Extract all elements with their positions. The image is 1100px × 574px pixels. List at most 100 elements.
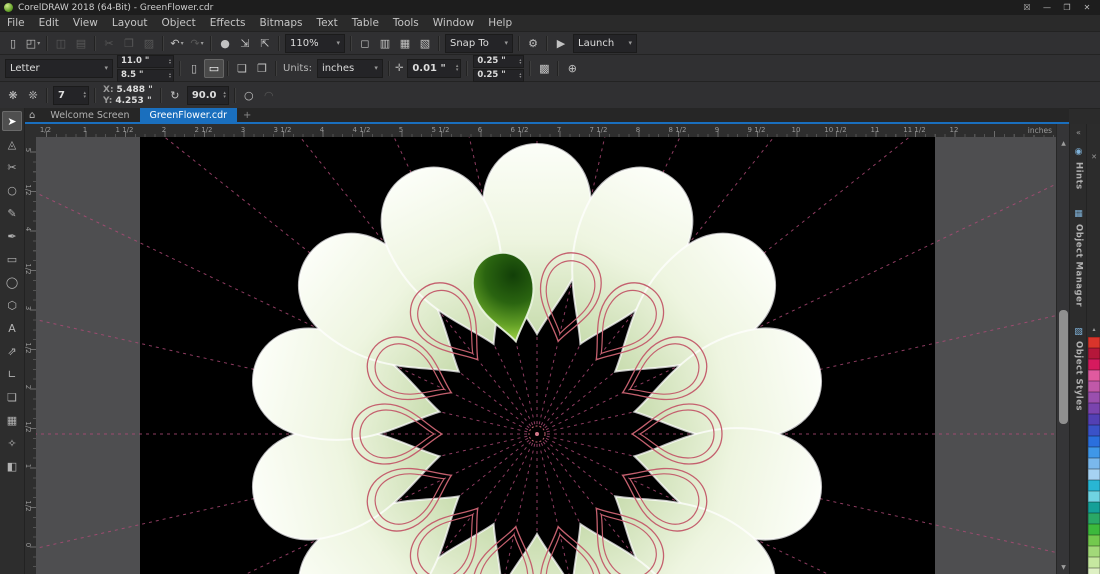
artistic-media-tool[interactable]: ✒ <box>2 226 22 246</box>
drop-shadow-tool[interactable]: ❏ <box>2 387 22 407</box>
color-swatch[interactable] <box>1088 502 1100 513</box>
menu-file[interactable]: File <box>0 16 32 30</box>
color-swatch[interactable] <box>1088 447 1100 458</box>
add-guides-button[interactable]: ⊕ <box>562 59 582 78</box>
menu-table[interactable]: Table <box>345 16 386 30</box>
import-button[interactable]: ⇲ <box>235 34 255 53</box>
pick-tool[interactable]: ➤ <box>2 111 22 131</box>
color-swatch[interactable] <box>1088 403 1100 414</box>
menu-bitmaps[interactable]: Bitmaps <box>252 16 309 30</box>
spinner[interactable]: ▴▾ <box>223 91 226 99</box>
menu-text[interactable]: Text <box>310 16 345 30</box>
zoom-level-select[interactable]: 110%▾ <box>285 34 345 53</box>
menu-help[interactable]: Help <box>481 16 519 30</box>
rectangle-tool[interactable]: ▭ <box>2 249 22 269</box>
shape-tool[interactable]: ◬ <box>2 134 22 154</box>
duplicate-y-field[interactable]: 0.25 "▴▾ <box>473 69 524 82</box>
snap-to-select[interactable]: Snap To▾ <box>445 34 513 53</box>
menu-edit[interactable]: Edit <box>32 16 66 30</box>
treat-as-filled-button[interactable]: ▩ <box>534 59 554 78</box>
current-page-button[interactable]: ❐ <box>252 59 272 78</box>
ellipse-mode-button[interactable]: ○ <box>239 86 259 105</box>
options-button[interactable]: ⚙ <box>523 34 543 53</box>
units-select[interactable]: inches▾ <box>317 59 383 78</box>
home-icon[interactable]: ⌂ <box>24 108 40 122</box>
menu-window[interactable]: Window <box>426 16 481 30</box>
docker-tab-object-manager[interactable]: ▦Object Manager <box>1072 202 1086 314</box>
open-button[interactable]: ◰▾ <box>23 34 43 53</box>
color-swatch[interactable] <box>1088 381 1100 392</box>
fill-tool[interactable]: ◧ <box>2 456 22 476</box>
spinner[interactable]: ▴▾ <box>169 58 171 65</box>
color-swatch[interactable] <box>1088 348 1100 359</box>
palette-scroll-up-button[interactable]: ▴ <box>1089 324 1099 334</box>
page-width-field[interactable]: 11.0 "▴▾ <box>117 55 174 68</box>
spinner[interactable]: ▴▾ <box>519 72 521 79</box>
graph-rows-button[interactable]: ❊ <box>23 86 43 105</box>
horizontal-ruler[interactable]: inches 1/211 1/222 1/233 1/244 1/255 1/2… <box>36 124 1056 138</box>
color-swatch[interactable] <box>1088 436 1100 447</box>
polygon-tool[interactable]: ⬡ <box>2 295 22 315</box>
color-swatch[interactable] <box>1088 469 1100 480</box>
spinner[interactable]: ▴▾ <box>519 58 521 65</box>
document-tab-active[interactable]: GreenFlower.cdr <box>140 108 238 122</box>
text-tool[interactable]: A <box>2 318 22 338</box>
show-guidelines-button[interactable]: ▧ <box>415 34 435 53</box>
color-swatch[interactable] <box>1088 458 1100 469</box>
x-position-field[interactable]: X:5.488 " <box>103 85 153 95</box>
menu-tools[interactable]: Tools <box>386 16 426 30</box>
eyedropper-tool[interactable]: ✧ <box>2 433 22 453</box>
color-swatch[interactable] <box>1088 392 1100 403</box>
docker-close-icon[interactable]: ✕ <box>1089 152 1099 162</box>
spinner[interactable]: ▴▾ <box>83 91 86 99</box>
vertical-scrollbar[interactable]: ▲ ▼ <box>1056 124 1070 574</box>
export-button[interactable]: ⇱ <box>255 34 275 53</box>
spinner[interactable]: ▴▾ <box>456 64 459 72</box>
launch-icon[interactable]: ▶ <box>551 34 571 53</box>
connector-tool[interactable]: ∟ <box>2 364 22 384</box>
color-swatch[interactable] <box>1088 568 1100 574</box>
document-tab[interactable]: Welcome Screen <box>40 108 139 122</box>
close-button[interactable]: ✕ <box>1078 1 1096 14</box>
color-swatch[interactable] <box>1088 535 1100 546</box>
launch-select[interactable]: Launch▾ <box>573 34 637 53</box>
new-tab-button[interactable]: + <box>237 108 257 122</box>
portrait-button[interactable]: ▯ <box>184 59 204 78</box>
docker-tab-hints[interactable]: ◉Hints <box>1072 140 1086 196</box>
menu-view[interactable]: View <box>66 16 105 30</box>
page-size-select[interactable]: Letter▾ <box>5 59 113 78</box>
y-position-field[interactable]: Y:4.253 " <box>103 96 153 106</box>
ellipse-tool[interactable]: ◯ <box>2 272 22 292</box>
drawing-canvas[interactable] <box>36 137 1056 574</box>
menu-effects[interactable]: Effects <box>203 16 253 30</box>
duplicate-x-field[interactable]: 0.25 "▴▾ <box>473 55 524 68</box>
color-swatch[interactable] <box>1088 337 1100 348</box>
search-content-button[interactable]: ● <box>215 34 235 53</box>
maximize-button[interactable]: ❐ <box>1058 1 1076 14</box>
dimension-tool[interactable]: ⇗ <box>2 341 22 361</box>
landscape-button[interactable]: ▭ <box>204 59 224 78</box>
color-swatch[interactable] <box>1088 513 1100 524</box>
docker-tab-object-styles[interactable]: ▧Object Styles <box>1072 320 1086 419</box>
color-swatch[interactable] <box>1088 359 1100 370</box>
color-swatch[interactable] <box>1088 546 1100 557</box>
freehand-tool[interactable]: ✎ <box>2 203 22 223</box>
flower-drawing[interactable] <box>36 137 1056 574</box>
collapse-dockers-button[interactable]: « <box>1071 126 1086 138</box>
all-pages-button[interactable]: ❏ <box>232 59 252 78</box>
points-count-field[interactable]: 7▴▾ <box>53 86 89 105</box>
nudge-offset-field[interactable]: 0.01 "▴▾ <box>407 59 461 78</box>
rotation-angle-field[interactable]: 90.0▴▾ <box>187 86 229 105</box>
spinner[interactable]: ▴▾ <box>169 72 171 79</box>
rotation-icon[interactable]: ↻ <box>165 86 185 105</box>
scrollbar-thumb[interactable] <box>1059 310 1068 424</box>
color-swatch[interactable] <box>1088 414 1100 425</box>
color-swatch[interactable] <box>1088 370 1100 381</box>
page-height-field[interactable]: 8.5 "▴▾ <box>117 69 174 82</box>
undo-button[interactable]: ↶▾ <box>167 34 187 53</box>
color-swatch[interactable] <box>1088 480 1100 491</box>
graph-columns-button[interactable]: ❋ <box>3 86 23 105</box>
menu-object[interactable]: Object <box>155 16 203 30</box>
show-grid-button[interactable]: ▦ <box>395 34 415 53</box>
new-document-button[interactable]: ▯ <box>3 34 23 53</box>
